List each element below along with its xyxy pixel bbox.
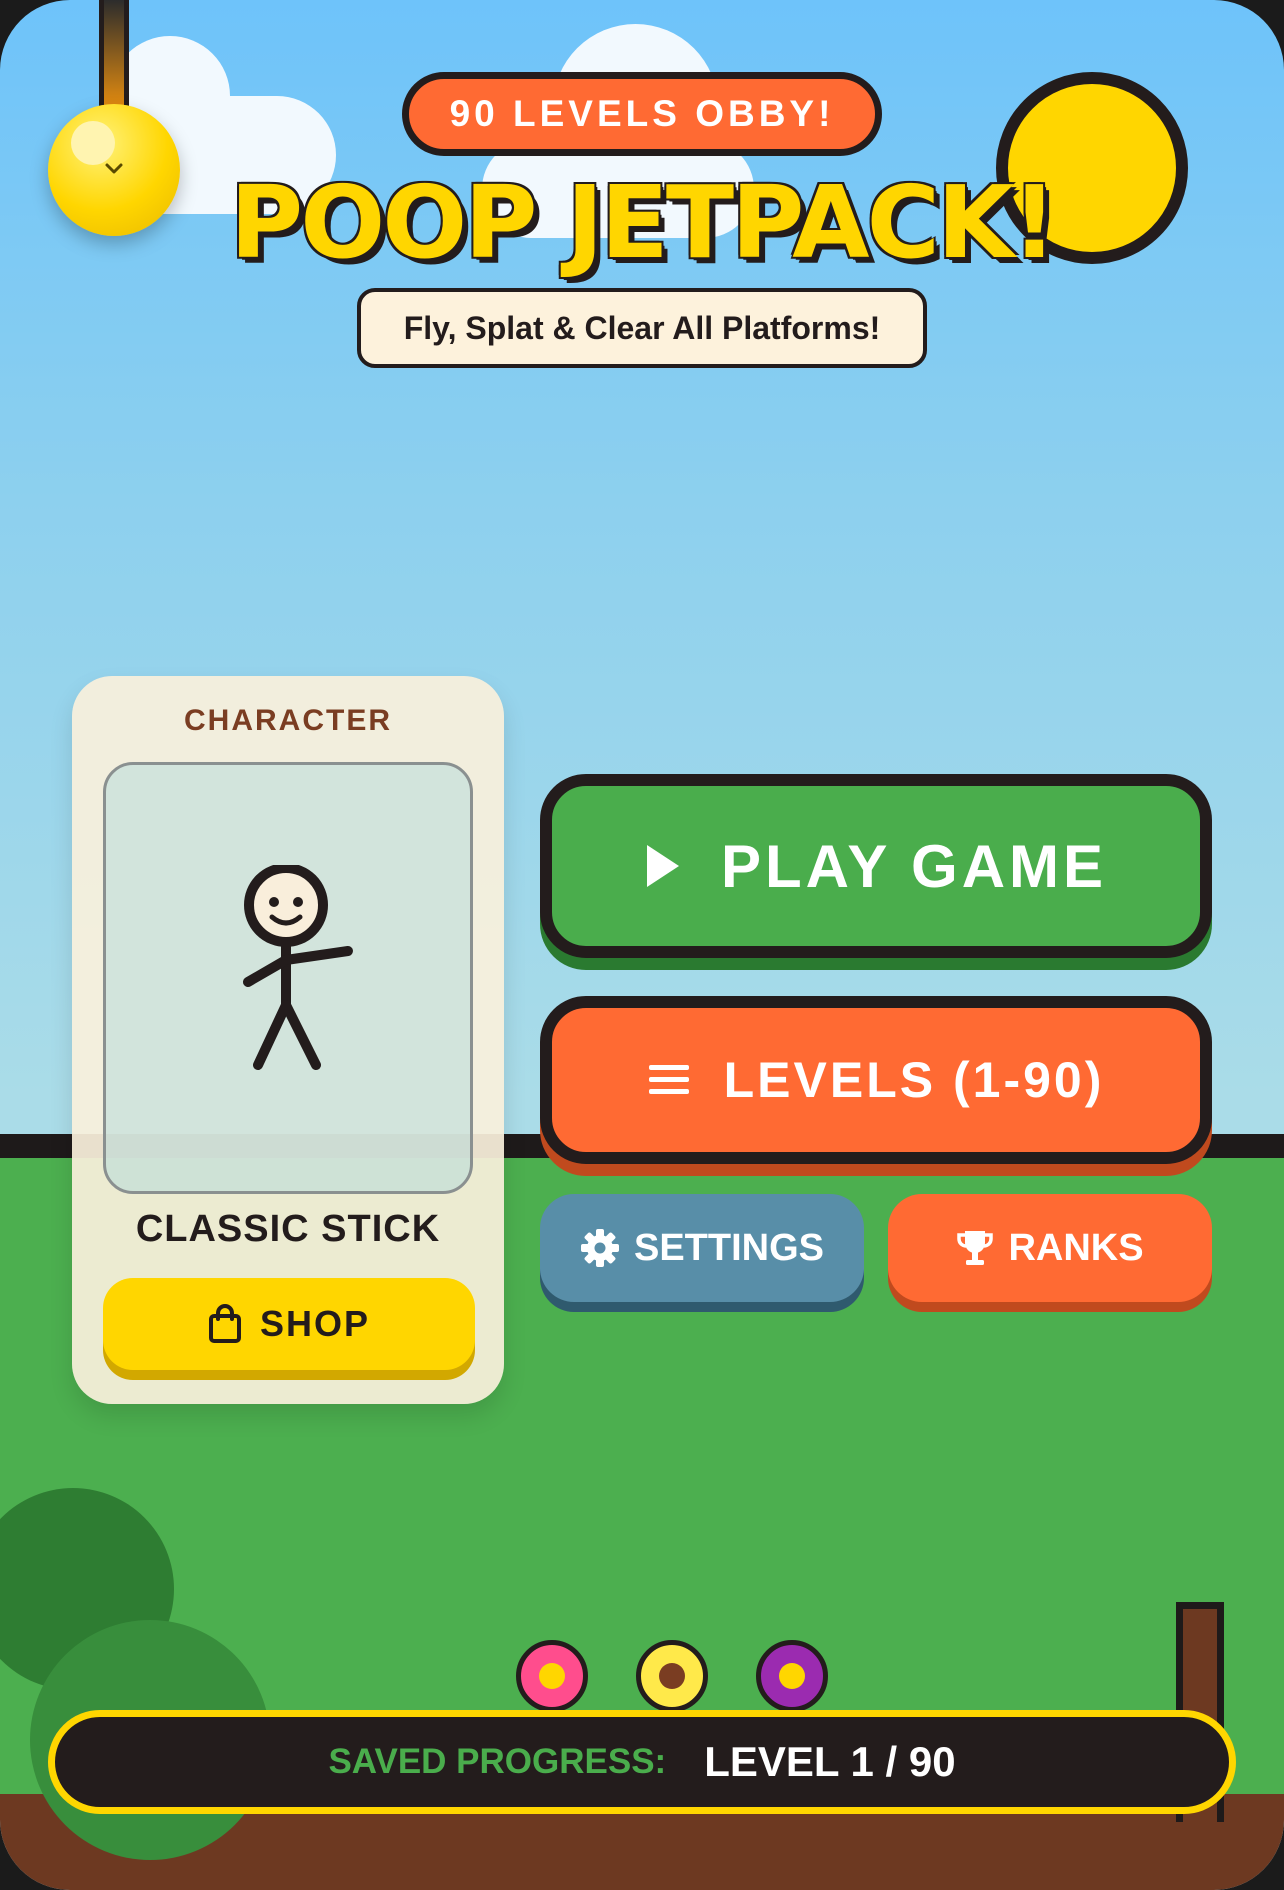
character-label: CHARACTER: [184, 704, 392, 737]
game-subtitle: Fly, Splat & Clear All Platforms!: [357, 288, 927, 368]
stick-figure-character: [243, 865, 353, 1070]
list-icon: [648, 1065, 689, 1094]
ranks-button[interactable]: RANKS: [888, 1194, 1212, 1302]
character-preview: [103, 762, 473, 1194]
ranks-label: RANKS: [1008, 1226, 1144, 1269]
levels-button[interactable]: LEVELS (1-90): [540, 996, 1212, 1164]
settings-label: SETTINGS: [633, 1226, 825, 1269]
shop-button[interactable]: SHOP: [103, 1278, 475, 1370]
game-screen: 90 LEVELS OBBY! POOP JETPACK! Fly, Splat…: [0, 0, 1284, 1890]
character-panel: CHARACTER CLASSIC STICK SHOP: [72, 676, 504, 1404]
levels-label: LEVELS (1-90): [723, 1052, 1105, 1108]
flower-pink: [516, 1640, 588, 1712]
saved-progress-bar: SAVED PROGRESS: LEVEL 1 / 90: [48, 1710, 1236, 1814]
play-game-button[interactable]: PLAY GAME: [540, 774, 1212, 958]
flower-purple: [756, 1640, 828, 1712]
saved-progress-label: SAVED PROGRESS:: [328, 1742, 667, 1781]
settings-button[interactable]: SETTINGS: [540, 1194, 864, 1302]
gear-icon: [580, 1229, 619, 1267]
play-icon: [646, 845, 679, 887]
play-game-label: PLAY GAME: [720, 832, 1108, 900]
character-name: CLASSIC STICK: [135, 1208, 441, 1250]
ball-rope: [99, 0, 129, 110]
levels-badge: 90 LEVELS OBBY!: [402, 72, 882, 156]
saved-progress-value: LEVEL 1 / 90: [704, 1738, 956, 1785]
game-title: POOP JETPACK!: [229, 164, 1057, 281]
shop-button-label: SHOP: [259, 1303, 371, 1344]
shopping-bag-icon: [208, 1304, 241, 1343]
flower-yellow: [636, 1640, 708, 1712]
trophy-icon: [957, 1231, 994, 1265]
